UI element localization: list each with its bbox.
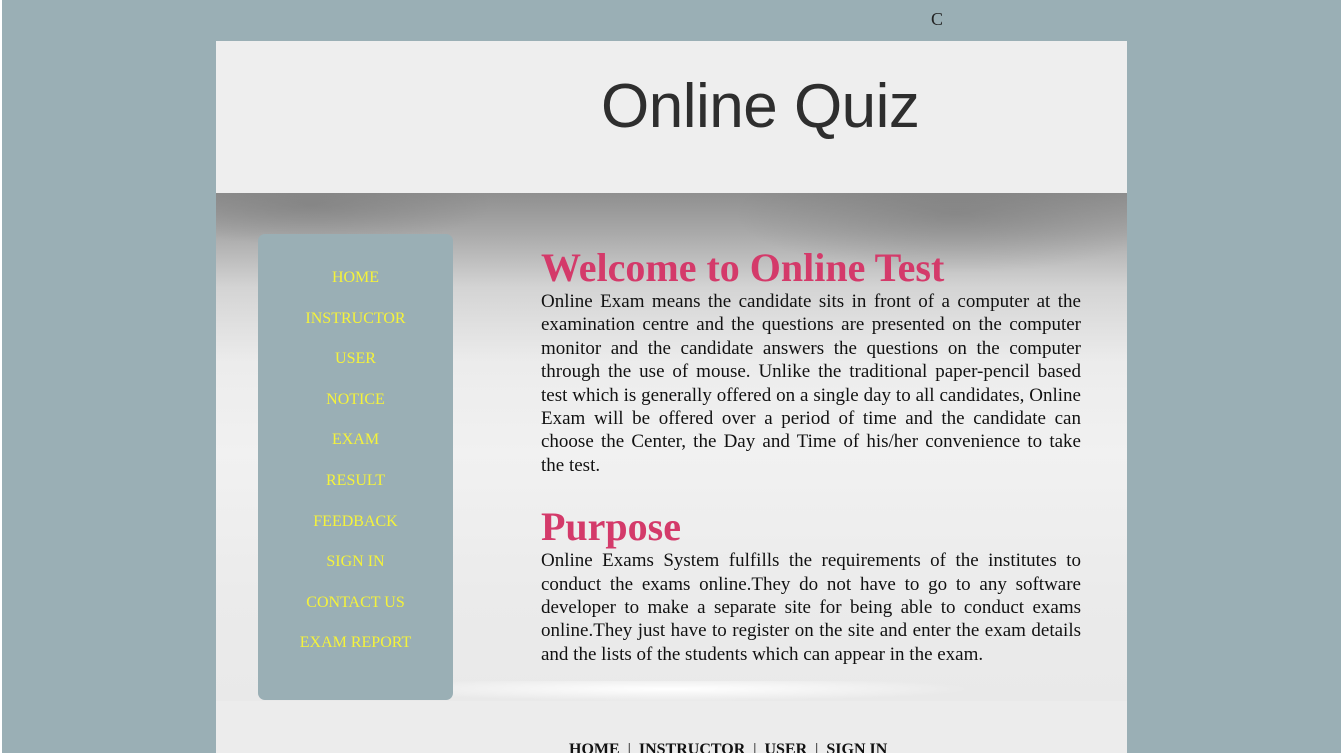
sidebar-nav: HOME INSTRUCTOR USER NOTICE EXAM RESULT … [258,234,453,700]
footer-link-instructor[interactable]: INSTRUCTOR [639,741,745,753]
stray-character: C [931,9,944,29]
sidebar-item-home[interactable]: HOME [258,268,453,309]
sidebar-item-exam[interactable]: EXAM [258,430,453,471]
sidebar-item-user[interactable]: USER [258,349,453,390]
site-footer: HOME | INSTRUCTOR | USER | SIGN IN [216,701,1127,753]
sidebar-item-notice[interactable]: NOTICE [258,390,453,431]
sidebar-menu: HOME INSTRUCTOR USER NOTICE EXAM RESULT … [258,268,453,674]
footer-separator: | [815,741,819,753]
sidebar-item-instructor[interactable]: INSTRUCTOR [258,309,453,350]
welcome-paragraph: Online Exam means the candidate sits in … [541,291,1081,476]
footer-nav: HOME | INSTRUCTOR | USER | SIGN IN [569,741,887,753]
footer-link-sign-in[interactable]: SIGN IN [826,741,887,753]
page-container: Online Quiz HOME INSTRUCTOR USER NOTICE … [216,41,1127,753]
footer-link-home[interactable]: HOME [569,741,620,753]
footer-separator: | [627,741,631,753]
purpose-paragraph: Online Exams System fulfills the require… [541,550,1081,665]
sidebar-item-feedback[interactable]: FEEDBACK [258,512,453,553]
left-edge-strip [0,0,2,753]
site-title: Online Quiz [601,72,920,141]
footer-link-user[interactable]: USER [764,741,807,753]
sidebar-item-result[interactable]: RESULT [258,471,453,512]
main-content: Welcome to Online Test Online Exam means… [541,246,1081,666]
sidebar-item-exam-report[interactable]: EXAM REPORT [258,633,453,674]
sidebar-item-sign-in[interactable]: SIGN IN [258,552,453,593]
welcome-heading: Welcome to Online Test [541,245,945,290]
sidebar-item-contact-us[interactable]: CONTACT US [258,593,453,634]
footer-separator: | [753,741,757,753]
purpose-heading: Purpose [541,504,681,550]
site-header: Online Quiz [216,41,1127,193]
